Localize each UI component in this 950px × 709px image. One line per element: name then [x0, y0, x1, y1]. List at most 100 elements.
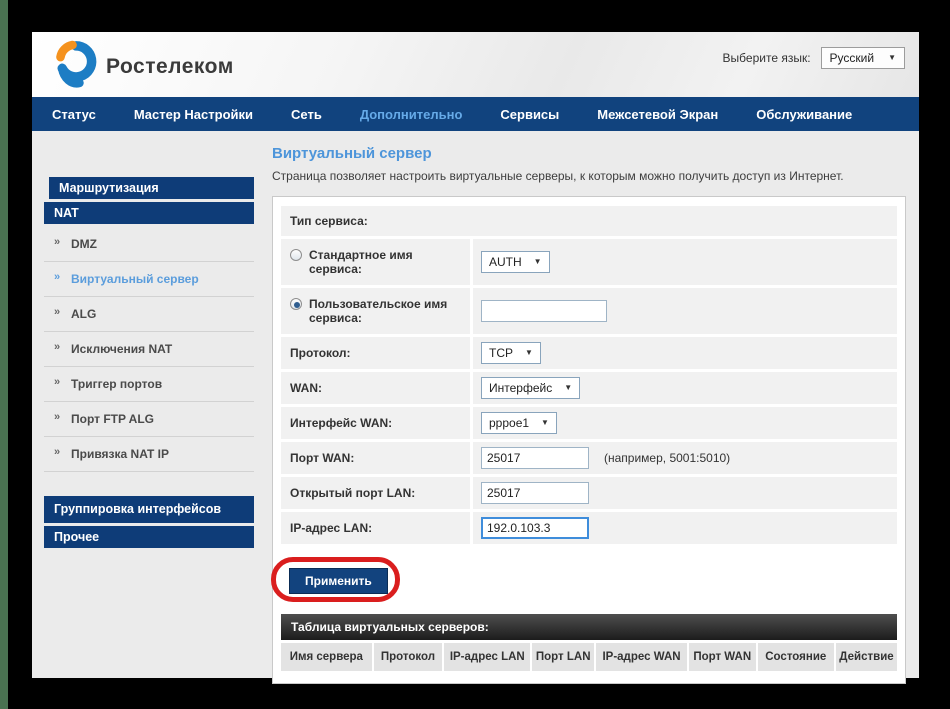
- nav-services[interactable]: Сервисы: [500, 107, 559, 122]
- col-lan-ip: IP-адрес LAN: [444, 643, 530, 671]
- sidebar-item-ftp-alg-port[interactable]: » Порт FTP ALG: [44, 402, 254, 437]
- language-label: Выберите язык:: [723, 51, 811, 65]
- lan-ip-input[interactable]: [481, 517, 589, 539]
- sidebar-spacer: [44, 472, 254, 496]
- col-protocol: Протокол: [374, 643, 443, 671]
- brand-logo: Ростелеком: [54, 39, 234, 94]
- arrow-bullet-icon: »: [54, 376, 60, 388]
- arrow-bullet-icon: »: [54, 236, 60, 248]
- sidebar-item-nat-exclusions[interactable]: » Исключения NAT: [44, 332, 254, 367]
- page-description: Страница позволяет настроить виртуальные…: [272, 169, 906, 183]
- desktop-edge-strip: [0, 0, 8, 709]
- apply-area: Применить: [281, 558, 897, 604]
- wan-selected: Интерфейс: [489, 381, 552, 395]
- wan-interface-label: Интерфейс WAN:: [281, 407, 470, 439]
- nav-network[interactable]: Сеть: [291, 107, 322, 122]
- custom-service-label: Пользовательское имя сервиса:: [309, 297, 464, 325]
- standard-service-label: Стандартное имя сервиса:: [309, 248, 464, 276]
- header: Ростелеком Выберите язык: Русский ▼: [32, 32, 919, 97]
- col-action: Действие: [836, 643, 897, 671]
- lan-ip-label: IP-адрес LAN:: [281, 512, 470, 544]
- nav-advanced[interactable]: Дополнительно: [360, 107, 463, 122]
- sidebar-item-label: Исключения NAT: [71, 342, 172, 356]
- sidebar-item-label: Триггер портов: [71, 377, 162, 391]
- sidebar-item-label: DMZ: [71, 237, 97, 251]
- virtual-server-form-panel: Тип сервиса: Стандартное имя сервиса: AU…: [272, 196, 906, 684]
- wan-row: WAN: Интерфейс ▼: [281, 372, 897, 404]
- standard-service-selected: AUTH: [489, 255, 522, 269]
- sidebar-item-alg[interactable]: » ALG: [44, 297, 254, 332]
- main-content: Виртуальный сервер Страница позволяет на…: [272, 145, 906, 684]
- wan-port-input[interactable]: [481, 447, 589, 469]
- chevron-down-icon: ▼: [541, 419, 549, 427]
- chevron-down-icon: ▼: [888, 54, 896, 62]
- virtual-servers-table-title: Таблица виртуальных серверов:: [281, 614, 897, 640]
- custom-service-label-cell: Пользовательское имя сервиса:: [281, 288, 470, 334]
- standard-service-select[interactable]: AUTH ▼: [481, 251, 550, 273]
- wan-port-label: Порт WAN:: [281, 442, 470, 474]
- sidebar-header-other[interactable]: Прочее: [44, 526, 254, 548]
- screen: Ростелеком Выберите язык: Русский ▼ Стат…: [0, 0, 950, 709]
- arrow-bullet-icon: »: [54, 306, 60, 318]
- sidebar: Маршрутизация NAT » DMZ » Виртуальный се…: [44, 177, 254, 551]
- chevron-down-icon: ▼: [525, 349, 533, 357]
- language-selected-value: Русский: [830, 51, 875, 65]
- protocol-selected: TCP: [489, 346, 513, 360]
- lan-open-port-input[interactable]: [481, 482, 589, 504]
- lan-ip-row: IP-адрес LAN:: [281, 512, 897, 544]
- col-state: Состояние: [758, 643, 834, 671]
- sidebar-item-label: Привязка NAT IP: [71, 447, 169, 461]
- wan-interface-select[interactable]: pppoe1 ▼: [481, 412, 557, 434]
- sidebar-header-routing[interactable]: Маршрутизация: [49, 177, 254, 199]
- wan-interface-selected: pppoe1: [489, 416, 529, 430]
- brand-name: Ростелеком: [106, 55, 234, 79]
- arrow-bullet-icon: »: [54, 411, 60, 423]
- custom-service-name-input[interactable]: [481, 300, 607, 322]
- wan-value-cell: Интерфейс ▼: [473, 372, 897, 404]
- arrow-bullet-icon: »: [54, 271, 60, 283]
- wan-select[interactable]: Интерфейс ▼: [481, 377, 580, 399]
- rostelecom-swirl-icon: [54, 39, 98, 94]
- lan-open-port-row: Открытый порт LAN:: [281, 477, 897, 509]
- sidebar-item-nat-ip-binding[interactable]: » Привязка NAT IP: [44, 437, 254, 472]
- custom-service-radio[interactable]: [290, 298, 302, 310]
- router-admin-page: Ростелеком Выберите язык: Русский ▼ Стат…: [32, 32, 919, 678]
- standard-service-radio[interactable]: [290, 249, 302, 261]
- standard-service-row: Стандартное имя сервиса: AUTH ▼: [281, 239, 897, 285]
- nav-setup-wizard[interactable]: Мастер Настройки: [134, 107, 253, 122]
- nav-status[interactable]: Статус: [52, 107, 96, 122]
- wan-label: WAN:: [281, 372, 470, 404]
- protocol-value-cell: TCP ▼: [473, 337, 897, 369]
- standard-service-label-cell: Стандартное имя сервиса:: [281, 239, 470, 285]
- wan-interface-value-cell: pppoe1 ▼: [473, 407, 897, 439]
- sidebar-header-nat[interactable]: NAT: [44, 202, 254, 224]
- arrow-bullet-icon: »: [54, 341, 60, 353]
- sidebar-header-interface-grouping[interactable]: Группировка интерфейсов: [44, 496, 254, 523]
- page-title: Виртуальный сервер: [272, 145, 906, 162]
- wan-interface-row: Интерфейс WAN: pppoe1 ▼: [281, 407, 897, 439]
- chevron-down-icon: ▼: [534, 258, 542, 266]
- lan-ip-value-cell: [473, 512, 897, 544]
- sidebar-item-virtual-server[interactable]: » Виртуальный сервер: [44, 262, 254, 297]
- top-navbar: Статус Мастер Настройки Сеть Дополнитель…: [32, 97, 919, 131]
- standard-service-value-cell: AUTH ▼: [473, 239, 897, 285]
- lan-open-port-value-cell: [473, 477, 897, 509]
- col-wan-ip: IP-адрес WAN: [596, 643, 687, 671]
- language-chooser: Выберите язык: Русский ▼: [723, 47, 905, 69]
- apply-button[interactable]: Применить: [289, 568, 388, 594]
- sidebar-item-label: Виртуальный сервер: [71, 272, 199, 286]
- chevron-down-icon: ▼: [564, 384, 572, 392]
- sidebar-item-dmz[interactable]: » DMZ: [44, 227, 254, 262]
- sidebar-item-port-trigger[interactable]: » Триггер портов: [44, 367, 254, 402]
- sidebar-item-label: ALG: [71, 307, 96, 321]
- service-type-section-label: Тип сервиса:: [281, 206, 897, 236]
- custom-service-value-cell: [473, 288, 897, 334]
- protocol-select[interactable]: TCP ▼: [481, 342, 541, 364]
- wan-port-hint: (например, 5001:5010): [604, 451, 730, 465]
- page-body: Маршрутизация NAT » DMZ » Виртуальный се…: [32, 131, 919, 678]
- virtual-servers-table-header: Имя сервера Протокол IP-адрес LAN Порт L…: [281, 643, 897, 671]
- nav-firewall[interactable]: Межсетевой Экран: [597, 107, 718, 122]
- nav-maintenance[interactable]: Обслуживание: [756, 107, 852, 122]
- custom-service-row: Пользовательское имя сервиса:: [281, 288, 897, 334]
- language-select[interactable]: Русский ▼: [821, 47, 905, 69]
